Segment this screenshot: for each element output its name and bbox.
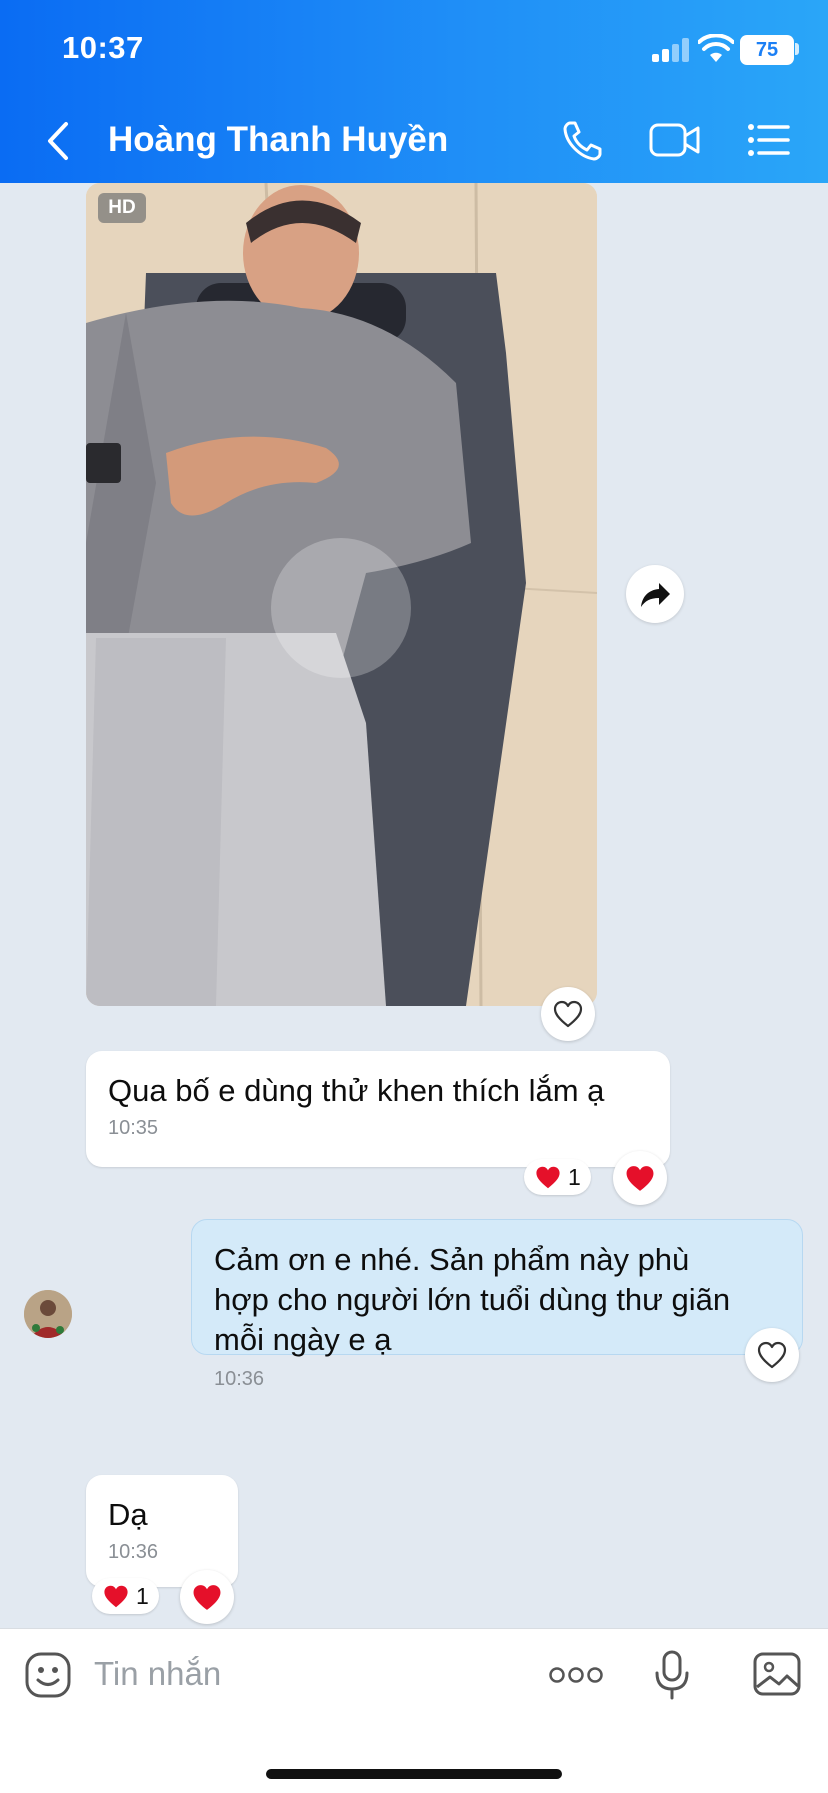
image-icon[interactable]: [752, 1651, 802, 1697]
message-bubble-incoming[interactable]: Qua bố e dùng thử khen thích lắm ạ 10:35: [86, 1051, 670, 1167]
message-line-1: Cảm ơn e nhé. Sản phẩm này phù: [214, 1242, 690, 1277]
reaction-count: 1: [568, 1163, 581, 1190]
video-call-icon[interactable]: [648, 115, 702, 165]
share-forward-icon: [641, 583, 670, 607]
message-time: 10:36: [108, 1541, 159, 1563]
hd-badge: HD: [98, 193, 146, 223]
message-bubble-outgoing[interactable]: Cảm ơn e nhé. Sản phẩm này phù hợp cho n…: [191, 1219, 803, 1390]
status-time: 10:37: [62, 30, 144, 65]
react-button-photo[interactable]: [541, 987, 595, 1041]
heart-outline-icon: [553, 1000, 583, 1028]
heart-filled-icon: [104, 1585, 128, 1607]
avatar-image: [24, 1290, 72, 1338]
avatar[interactable]: [24, 1290, 72, 1338]
heart-filled-icon: [536, 1166, 560, 1188]
cellular-signal-icon: [652, 38, 690, 62]
message-input[interactable]: Tin nhắn: [94, 1655, 221, 1693]
more-icon[interactable]: [548, 1663, 604, 1687]
back-chevron-icon[interactable]: [40, 118, 76, 164]
message-time: 10:36: [214, 1368, 265, 1390]
message-list[interactable]: HD Qua bố e dùng thử khen thích lắm ạ 10…: [0, 183, 828, 1628]
battery-indicator: 75: [740, 35, 794, 65]
message-text: Qua bố e dùng thử khen thích lắm ạ: [108, 1073, 605, 1108]
reaction-count: 1: [136, 1582, 149, 1609]
heart-filled-icon: [626, 1165, 654, 1191]
home-indicator: [266, 1769, 562, 1779]
message-line-3: mỗi ngày e ạ: [214, 1322, 392, 1357]
chat-header: 10:37 75 Hoàng Thanh Huyền: [0, 0, 828, 183]
message-time: 10:35: [108, 1117, 159, 1139]
sticker-icon[interactable]: [24, 1651, 72, 1699]
message-line-2: hợp cho người lớn tuổi dùng thư giãn: [214, 1282, 731, 1317]
message-text: Dạ: [108, 1497, 148, 1532]
contact-name[interactable]: Hoàng Thanh Huyền: [108, 120, 448, 160]
photo-illustration: [86, 183, 597, 1006]
phone-icon[interactable]: [560, 115, 608, 165]
share-forward-button[interactable]: [626, 565, 684, 623]
message-bubble-incoming[interactable]: Dạ 10:36: [86, 1475, 238, 1587]
list-menu-icon[interactable]: [744, 115, 792, 165]
react-button-m1[interactable]: [613, 1151, 667, 1205]
heart-outline-icon: [757, 1341, 787, 1369]
microphone-icon[interactable]: [652, 1649, 692, 1701]
reaction-summary[interactable]: 1: [524, 1159, 591, 1195]
message-composer: Tin nhắn: [0, 1628, 828, 1793]
photo-message[interactable]: HD: [86, 183, 597, 1006]
battery-tip: [795, 43, 799, 55]
react-button-m3[interactable]: [180, 1570, 234, 1624]
heart-filled-icon: [193, 1584, 221, 1610]
react-button-m2[interactable]: [745, 1328, 799, 1382]
reaction-summary[interactable]: 1: [92, 1578, 159, 1614]
wifi-icon: [698, 34, 734, 62]
